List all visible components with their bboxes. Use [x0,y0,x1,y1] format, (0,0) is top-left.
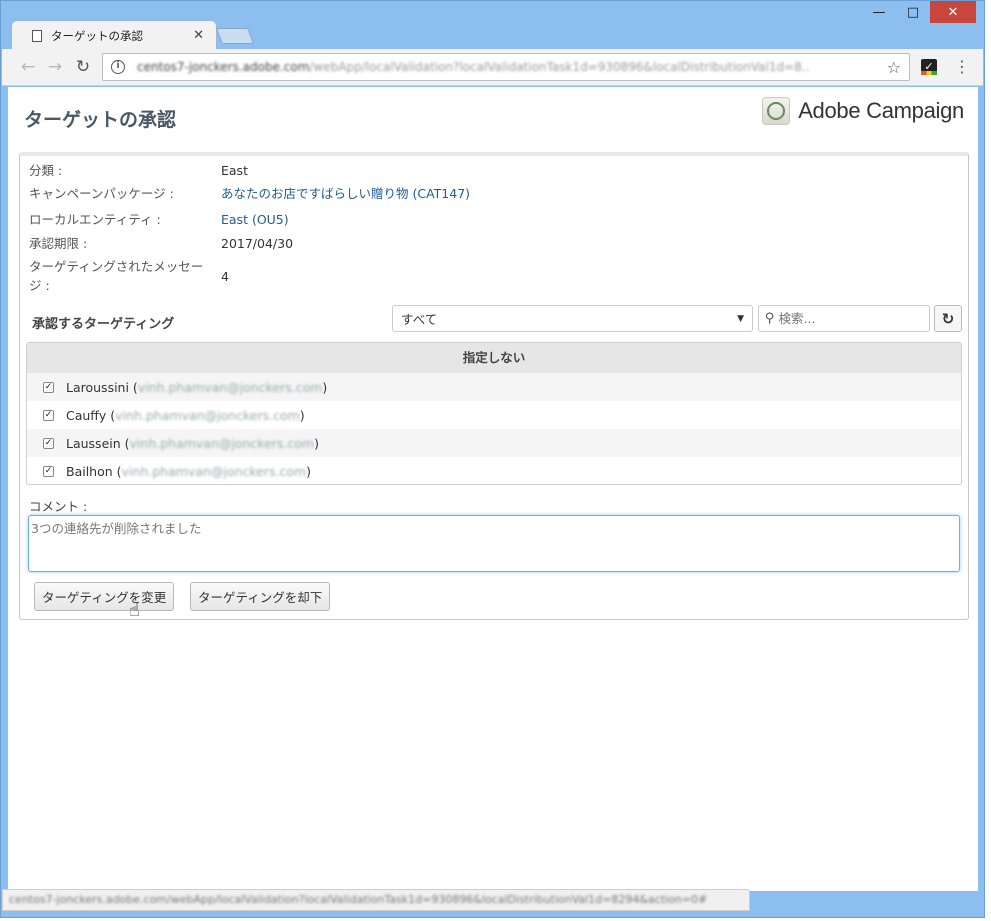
targeting-section-label: 承認するターゲティング [32,317,175,332]
recipient-name: Laroussini [66,379,129,395]
new-tab-button[interactable] [216,28,254,44]
reload-icon[interactable]: ↻ [73,57,93,77]
browser-tab[interactable]: ターゲットの承認 ✕ [11,20,217,50]
page-title: ターゲットの承認 [24,109,177,131]
comment-field[interactable]: 3つの連絡先が削除されました [28,515,960,572]
targeting-list: 指定しない ✓ Laroussini (vinh.phamvan@joncker… [26,342,962,485]
menu-dots-icon[interactable]: ⋮ [954,57,970,76]
address-bar[interactable]: i centos7-jonckers.adobe.com/webApp/loca… [102,53,910,81]
hand-cursor-icon: ☝ [129,600,140,621]
recipient-email: vinh.phamvan@jonckers.com [121,463,307,479]
targeting-filter-select[interactable]: すべて ▼ [392,305,753,332]
status-url: centos7-jonckers.adobe.com/webApp/localV… [9,893,708,906]
recipient-name: Cauffy [66,407,107,423]
page-icon [32,29,42,42]
field-label: キャンペーンパッケージ : [29,186,174,201]
status-bar: centos7-jonckers.adobe.com/webApp/localV… [2,889,750,911]
search-icon: ⚲ [765,311,775,326]
recipient-email: vinh.phamvan@jonckers.com [129,435,315,451]
title-bar: — □ ✕ ターゲットの承認 ✕ [1,1,984,50]
field-row-deadline: 承認期限 : 2017/04/30 [29,234,293,253]
local-entity-link[interactable]: East (OU5) [221,210,289,229]
search-input[interactable] [778,311,919,326]
list-item: ✓ Cauffy (vinh.phamvan@jonckers.com) [43,407,305,423]
list-rows: ✓ Laroussini (vinh.phamvan@jonckers.com)… [27,373,961,484]
bookmark-star-icon[interactable]: ☆ [887,58,901,77]
back-icon[interactable]: ← [18,57,38,77]
field-value: 4 [221,269,229,284]
list-item: ✓ Bailhon (vinh.phamvan@jonckers.com) [43,463,312,479]
tab-title: ターゲットの承認 [51,28,143,43]
campaign-package-link[interactable]: あなたのお店ですばらしい贈り物 (CAT147) [221,184,470,203]
change-targeting-button[interactable]: ターゲティングを変更 [34,582,175,611]
forward-icon[interactable]: → [45,57,65,77]
chevron-down-icon: ▼ [737,313,744,324]
field-label: ローカルエンティティ : [29,212,161,227]
row-checkbox[interactable]: ✓ [43,437,54,449]
refresh-button[interactable]: ↻ [934,305,962,332]
browser-window: — □ ✕ ターゲットの承認 ✕ ← → ↻ i centos7-joncker… [0,0,985,918]
field-row-local-entity: ローカルエンティティ : East (OU5) [29,210,289,229]
field-row-category: 分類 : East [29,161,248,180]
field-label: 承認期限 : [29,236,88,251]
page-content: ターゲットの承認 Adobe Campaign 分類 : East キャンペーン… [8,87,978,891]
field-row-campaign-package: キャンペーンパッケージ : あなたのお店ですばらしい贈り物 (CAT147) [29,184,470,203]
search-box[interactable]: ⚲ [758,305,930,332]
list-item: ✓ Laussein (vinh.phamvan@jonckers.com) [27,429,961,457]
window-controls: — □ ✕ [862,1,976,23]
info-icon[interactable]: i [111,60,125,74]
recipient-email: vinh.phamvan@jonckers.com [137,379,323,395]
row-checkbox[interactable]: ✓ [43,465,54,477]
field-row-targeted-messages: ターゲティングされたメッセージ : 4 [29,257,229,295]
row-checkbox[interactable]: ✓ [43,409,54,421]
recipient-name: Laussein [66,435,121,451]
validation-panel: 分類 : East キャンペーンパッケージ : あなたのお店ですばらしい贈り物 … [19,152,969,620]
recipient-name: Bailhon [66,463,113,479]
url-text: centos7-jonckers.adobe.com/webApp/localV… [137,60,810,74]
recipient-email: vinh.phamvan@jonckers.com [115,407,300,423]
adobe-campaign-logo-icon [762,97,791,125]
refresh-icon: ↻ [941,309,955,328]
reject-targeting-button[interactable]: ターゲティングを却下 [190,582,331,611]
field-value: 2017/04/30 [221,236,294,251]
filter-selected-value: すべて [401,312,438,327]
group-header: 指定しない [27,343,961,373]
row-checkbox[interactable]: ✓ [43,381,54,393]
comment-label: コメント : [29,499,88,514]
list-item: ✓ Laroussini (vinh.phamvan@jonckers.com) [27,373,961,401]
field-label: ターゲティングされたメッセージ : [29,259,204,293]
browser-toolbar: ← → ↻ i centos7-jonckers.adobe.com/webAp… [2,49,983,86]
maximize-icon[interactable]: □ [896,1,930,23]
close-icon[interactable]: ✕ [930,1,976,23]
minimize-icon[interactable]: — [862,1,896,23]
extension-icon[interactable]: ✓ [921,59,937,75]
logo-text: Adobe Campaign [798,98,964,123]
field-label: 分類 : [29,163,63,178]
adobe-campaign-logo: Adobe Campaign [762,97,964,125]
tab-close-icon[interactable]: ✕ [193,28,204,43]
field-value: East [221,163,248,178]
